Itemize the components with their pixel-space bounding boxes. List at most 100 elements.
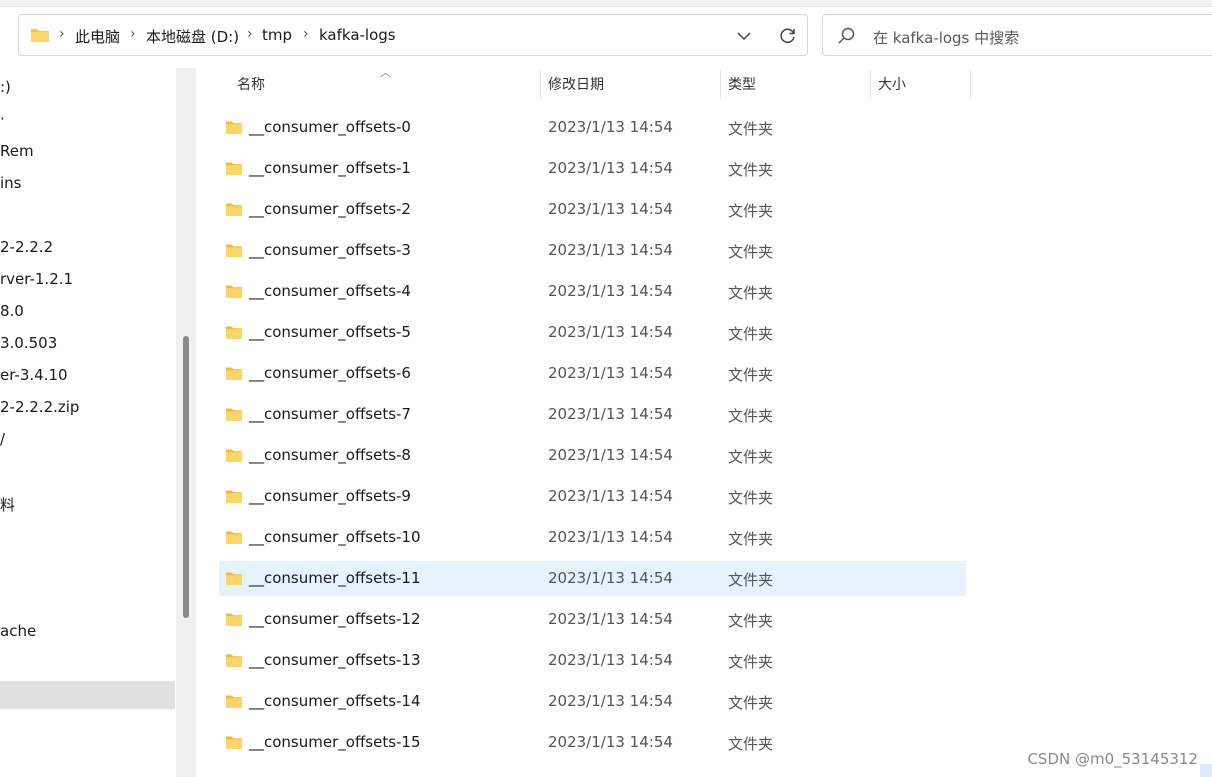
file-date: 2023/1/13 14:54 [548,159,673,177]
file-type: 文件夹 [728,653,774,671]
column-header-type[interactable]: 类型 [720,68,870,102]
file-name: __consumer_offsets-5 [249,323,411,341]
file-row[interactable]: __consumer_offsets-4 2023/1/13 14:54 文件夹 [219,274,966,309]
file-date: 2023/1/13 14:54 [548,487,673,505]
column-divider[interactable] [970,70,971,100]
address-history-dropdown[interactable] [731,23,757,49]
file-row[interactable]: __consumer_offsets-12 2023/1/13 14:54 文件… [219,602,966,637]
folder-icon [226,244,242,257]
folder-icon [226,203,242,216]
file-name: __consumer_offsets-11 [249,569,421,587]
folder-icon [226,326,242,339]
file-row[interactable]: __consumer_offsets-1 2023/1/13 14:54 文件夹 [219,151,966,186]
file-type: 文件夹 [728,448,774,466]
file-date: 2023/1/13 14:54 [548,323,673,341]
file-name: __consumer_offsets-7 [249,405,411,423]
address-bar[interactable]: › 此电脑 › 本地磁盘 (D:) › tmp › kafka-logs [18,14,808,56]
file-date: 2023/1/13 14:54 [548,528,673,546]
file-date: 2023/1/13 14:54 [548,241,673,259]
column-header-modified[interactable]: 修改日期 [540,68,720,102]
file-row[interactable]: __consumer_offsets-9 2023/1/13 14:54 文件夹 [219,479,966,514]
file-date: 2023/1/13 14:54 [548,200,673,218]
folder-icon [226,695,242,708]
file-type: 文件夹 [728,694,774,712]
nav-item[interactable]: · [0,110,5,128]
folder-icon [226,490,242,503]
nav-item[interactable]: 2-2.2.2.zip [0,398,79,416]
nav-item[interactable]: 3.0.503 [0,334,57,352]
file-name: __consumer_offsets-4 [249,282,411,300]
file-row[interactable]: __consumer_offsets-14 2023/1/13 14:54 文件… [219,684,966,719]
file-row[interactable]: __consumer_offsets-2 2023/1/13 14:54 文件夹 [219,192,966,227]
navigation-pane[interactable]: :) · Rem ins 2-2.2.2 rver-1.2.1 8.0 3.0.… [0,68,176,777]
resize-corner[interactable] [1200,764,1212,777]
file-type: 文件夹 [728,530,774,548]
nav-item[interactable]: 8.0 [0,302,24,320]
folder-icon [226,449,242,462]
file-row[interactable]: __consumer_offsets-13 2023/1/13 14:54 文件… [219,643,966,678]
file-type: 文件夹 [728,202,774,220]
nav-item[interactable]: ache [0,622,36,640]
nav-item[interactable]: Rem [0,142,34,160]
file-row[interactable]: __consumer_offsets-10 2023/1/13 14:54 文件… [219,520,966,555]
breadcrumb-drive-d[interactable]: 本地磁盘 (D:) [146,26,239,47]
file-type: 文件夹 [728,366,774,384]
file-date: 2023/1/13 14:54 [548,610,673,628]
file-date: 2023/1/13 14:54 [548,446,673,464]
file-date: 2023/1/13 14:54 [548,692,673,710]
refresh-button[interactable] [775,23,801,49]
folder-icon [226,408,242,421]
file-row[interactable]: __consumer_offsets-5 2023/1/13 14:54 文件夹 [219,315,966,350]
file-row-hovered[interactable]: __consumer_offsets-11 2023/1/13 14:54 文件… [219,561,966,596]
file-row[interactable]: __consumer_offsets-0 2023/1/13 14:54 文件夹 [219,110,966,145]
nav-item[interactable]: :) [0,78,11,96]
breadcrumb-kafka-logs[interactable]: kafka-logs [319,26,396,44]
file-type: 文件夹 [728,735,774,753]
chevron-down-icon [737,32,751,41]
nav-scrollbar-thumb[interactable] [183,336,189,618]
file-type: 文件夹 [728,120,774,138]
file-name: __consumer_offsets-0 [249,118,411,136]
file-type: 文件夹 [728,325,774,343]
title-strip [0,0,1212,7]
folder-icon [226,162,242,175]
file-date: 2023/1/13 14:54 [548,405,673,423]
file-name: __consumer_offsets-14 [249,692,421,710]
nav-item[interactable]: / [0,430,5,448]
file-row[interactable]: __consumer_offsets-7 2023/1/13 14:54 文件夹 [219,397,966,432]
file-row[interactable]: __consumer_offsets-3 2023/1/13 14:54 文件夹 [219,233,966,268]
file-name: __consumer_offsets-8 [249,446,411,464]
file-row[interactable]: __consumer_offsets-6 2023/1/13 14:54 文件夹 [219,356,966,391]
file-row[interactable]: __consumer_offsets-8 2023/1/13 14:54 文件夹 [219,438,966,473]
folder-icon [226,367,242,380]
column-header-size[interactable]: 大小 [870,68,970,102]
chevron-right-icon: › [303,26,309,42]
nav-item[interactable]: ins [0,174,22,192]
folder-icon [31,29,49,42]
nav-item[interactable]: 料 [0,494,15,515]
folder-icon [226,531,242,544]
nav-item[interactable]: er-3.4.10 [0,366,68,384]
folder-icon [226,613,242,626]
column-header-name[interactable]: 名称 [229,68,540,102]
nav-item[interactable]: 2-2.2.2 [0,238,53,256]
search-icon [838,27,855,44]
file-name: __consumer_offsets-2 [249,200,411,218]
nav-item[interactable]: rver-1.2.1 [0,270,73,288]
file-type: 文件夹 [728,243,774,261]
nav-selected-item[interactable] [0,681,175,709]
search-placeholder[interactable]: 在 kafka-logs 中搜索 [873,27,1019,48]
search-box[interactable]: 在 kafka-logs 中搜索 [822,14,1212,56]
breadcrumb-this-pc[interactable]: 此电脑 [75,26,120,47]
file-name: __consumer_offsets-3 [249,241,411,259]
column-header-row: 名称 修改日期 类型 大小 [219,68,971,102]
file-row[interactable]: __consumer_offsets-15 2023/1/13 14:54 文件… [219,725,966,760]
watermark: CSDN @m0_53145312 [1027,750,1198,768]
file-date: 2023/1/13 14:54 [548,118,673,136]
file-name: __consumer_offsets-9 [249,487,411,505]
chevron-right-icon: › [247,26,253,42]
folder-icon [226,121,242,134]
file-explorer-window: › 此电脑 › 本地磁盘 (D:) › tmp › kafka-logs 在 k… [0,0,1212,777]
file-name: __consumer_offsets-6 [249,364,411,382]
breadcrumb-tmp[interactable]: tmp [262,26,292,44]
